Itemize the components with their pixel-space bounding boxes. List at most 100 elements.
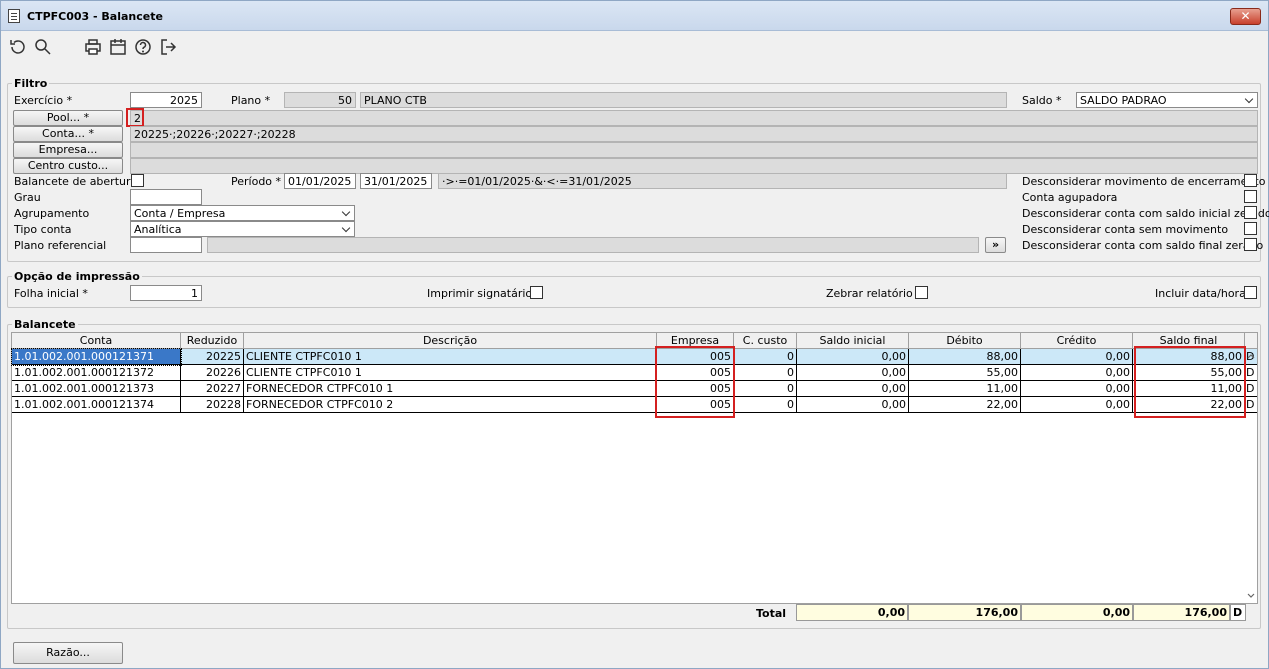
opt-encerramento-label: Desconsiderar movimento de encerramento: [1022, 175, 1266, 188]
calendar-icon[interactable]: [108, 37, 128, 57]
undo-icon[interactable]: [7, 37, 27, 57]
table-row[interactable]: 1.01.002.001.000121373 20227 FORNECEDOR CT…: [12, 381, 1257, 397]
pool-input[interactable]: 2: [130, 110, 1258, 126]
exercicio-input[interactable]: 2025: [130, 92, 202, 108]
search-icon[interactable]: [33, 37, 53, 57]
opt-final-zerado-label: Desconsiderar conta com saldo final zera…: [1022, 239, 1264, 252]
col-dc: [1245, 333, 1257, 349]
zebrar-checkbox[interactable]: [915, 286, 928, 299]
razao-button[interactable]: Razão...: [13, 642, 123, 664]
grau-input[interactable]: [130, 189, 202, 205]
pool-highlight: [126, 108, 144, 127]
plano-ref-lookup-button[interactable]: »: [985, 237, 1006, 253]
cell-dc: D: [1245, 365, 1257, 381]
exit-icon[interactable]: [158, 37, 178, 57]
plano-name-field: PLANO CTB: [360, 92, 1007, 108]
cell-conta: 1.01.002.001.000121372: [12, 365, 181, 381]
pool-button[interactable]: Pool... *: [13, 110, 123, 126]
cell-conta: 1.01.002.001.000121371: [11, 348, 182, 366]
col-credito[interactable]: Crédito: [1021, 333, 1133, 349]
cell-inicial: 0,00: [797, 397, 909, 413]
signatario-label: Imprimir signatário: [427, 287, 533, 300]
agrupamento-label: Agrupamento: [14, 207, 90, 220]
balancete-grid[interactable]: Conta Reduzido Descrição Empresa C. cust…: [11, 332, 1258, 604]
table-row[interactable]: 1.01.002.001.000121371 20225 CLIENTE CTPFC…: [11, 348, 1257, 366]
centro-custo-input[interactable]: [130, 158, 1258, 174]
print-icon[interactable]: [83, 37, 103, 57]
cell-credito: 0,00: [1021, 349, 1133, 365]
scroll-up-icon[interactable]: [1246, 351, 1256, 361]
empresa-button[interactable]: Empresa...: [13, 142, 123, 158]
cell-ccusto: 0: [734, 381, 797, 397]
periodo-fim-input[interactable]: 31/01/2025: [360, 173, 432, 189]
close-button[interactable]: ✕: [1230, 8, 1261, 25]
help-icon[interactable]: [133, 37, 153, 57]
col-descricao[interactable]: Descrição: [244, 333, 657, 349]
filtro-title: Filtro: [12, 77, 50, 90]
cell-credito: 0,00: [1021, 397, 1133, 413]
cell-debito: 22,00: [909, 397, 1021, 413]
folha-input[interactable]: 1: [130, 285, 202, 301]
col-reduzido[interactable]: Reduzido: [181, 333, 244, 349]
opt-agrupadora-checkbox[interactable]: [1244, 190, 1257, 203]
cell-conta: 1.01.002.001.000121374: [12, 397, 181, 413]
cell-descricao: CLIENTE CTPFC010 1: [244, 349, 657, 365]
plano-ref-label: Plano referencial: [14, 239, 107, 252]
opt-sem-mov-checkbox[interactable]: [1244, 222, 1257, 235]
opt-final-zerado-checkbox[interactable]: [1244, 238, 1257, 251]
cell-ccusto: 0: [734, 365, 797, 381]
abertura-checkbox[interactable]: [131, 174, 144, 187]
title-bar: CTPFC003 - Balancete ✕: [1, 1, 1268, 31]
conta-input[interactable]: 20225·;20226·;20227·;20228: [130, 126, 1258, 142]
signatario-checkbox[interactable]: [530, 286, 543, 299]
impressao-title: Opção de impressão: [12, 270, 142, 283]
folha-label: Folha inicial *: [14, 287, 88, 300]
document-icon: [8, 9, 20, 23]
cell-descricao: FORNECEDOR CTPFC010 2: [244, 397, 657, 413]
table-row[interactable]: 1.01.002.001.000121374 20228 FORNECEDOR CT…: [12, 397, 1257, 413]
table-row[interactable]: 1.01.002.001.000121372 20226 CLIENTE CTPFC…: [12, 365, 1257, 381]
scroll-down-icon[interactable]: [1246, 591, 1256, 601]
plano-ref-input[interactable]: [130, 237, 202, 253]
cell-ccusto: 0: [734, 349, 797, 365]
agrupamento-select[interactable]: Conta / Empresa: [130, 205, 355, 221]
cell-reduzido: 20227: [181, 381, 244, 397]
saldo-select[interactable]: SALDO PADRAO: [1076, 92, 1258, 108]
opt-inicial-zerado-checkbox[interactable]: [1244, 206, 1257, 219]
tipo-conta-label: Tipo conta: [14, 223, 72, 236]
col-debito[interactable]: Débito: [909, 333, 1021, 349]
opt-inicial-zerado-label: Desconsiderar conta com saldo inicial ze…: [1022, 207, 1269, 220]
cell-ccusto: 0: [734, 397, 797, 413]
opt-sem-mov-label: Desconsiderar conta sem movimento: [1022, 223, 1229, 236]
cell-inicial: 0,00: [797, 365, 909, 381]
opt-agrupadora-label: Conta agupadora: [1022, 191, 1118, 204]
periodo-expression: ·>·=01/01/2025·&·<·=31/01/2025: [438, 173, 1007, 189]
plano-label: Plano *: [231, 94, 271, 107]
centro-custo-button[interactable]: Centro custo...: [13, 158, 123, 174]
saldo-label: Saldo *: [1022, 94, 1062, 107]
zebrar-label: Zebrar relatório: [826, 287, 913, 300]
exercicio-label: Exercício *: [14, 94, 73, 107]
empresa-input[interactable]: [130, 142, 1258, 158]
cell-debito: 88,00: [909, 349, 1021, 365]
cell-dc: D: [1245, 397, 1257, 413]
cell-descricao: CLIENTE CTPFC010 1: [244, 365, 657, 381]
tipo-conta-select[interactable]: Analítica: [130, 221, 355, 237]
col-saldo-inicial[interactable]: Saldo inicial: [797, 333, 909, 349]
periodo-inicio-input[interactable]: 01/01/2025: [284, 173, 356, 189]
abertura-label: Balancete de abertura: [14, 175, 138, 188]
conta-button[interactable]: Conta... *: [13, 126, 123, 142]
data-hora-label: Incluir data/hora: [1155, 287, 1246, 300]
cell-dc: D: [1245, 381, 1257, 397]
col-ccusto[interactable]: C. custo: [734, 333, 797, 349]
opt-encerramento-checkbox[interactable]: [1244, 174, 1257, 187]
data-hora-checkbox[interactable]: [1244, 286, 1257, 299]
plano-code-input[interactable]: 50: [284, 92, 356, 108]
total-credito: 0,00: [1021, 604, 1133, 621]
total-debito: 176,00: [908, 604, 1021, 621]
cell-debito: 55,00: [909, 365, 1021, 381]
col-conta[interactable]: Conta: [12, 333, 181, 349]
window-title: CTPFC003 - Balancete: [27, 10, 163, 23]
total-saldo-inicial: 0,00: [796, 604, 908, 621]
cell-debito: 11,00: [909, 381, 1021, 397]
